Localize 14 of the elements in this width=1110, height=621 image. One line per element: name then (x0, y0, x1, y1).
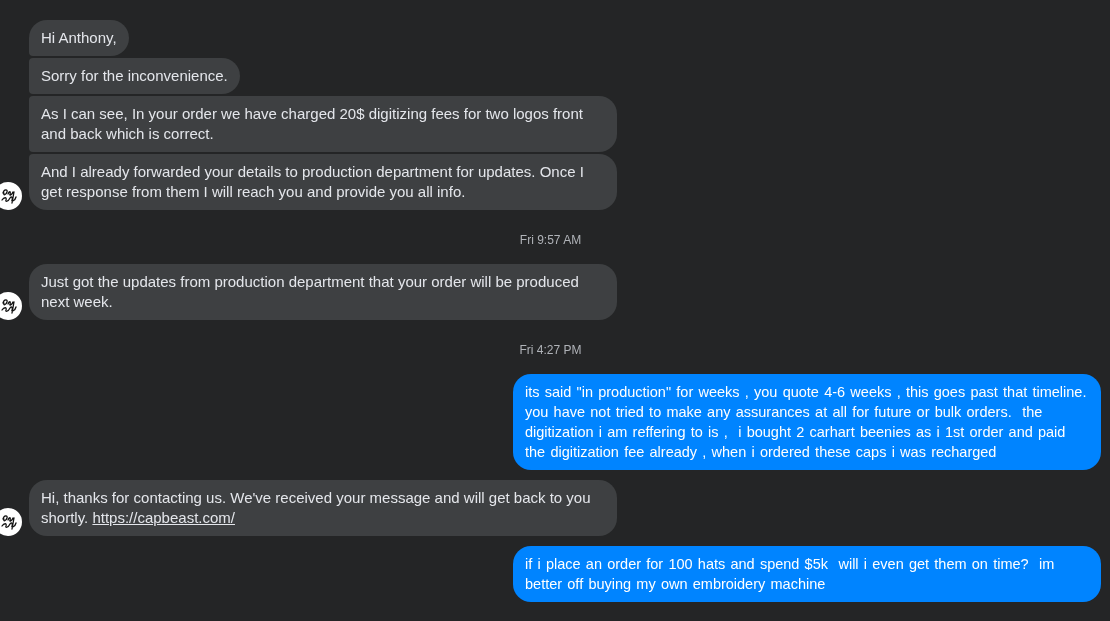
message-bubble: Sorry for the inconvenience. (29, 58, 240, 94)
link[interactable]: https://capbeast.com/ (92, 509, 235, 526)
message-bubble: Hi Anthony, (29, 20, 129, 56)
avatar-icon (0, 182, 22, 210)
message-bubble: As I can see, In your order we have charged 20$ digitizing fees for two logos front and back which is correct. (29, 96, 617, 152)
message-bubble: if i place an order for 100 hats and spend $5k will i even get them on time? im better off buying my own embroidery machine (513, 546, 1101, 602)
timestamp: Fri 9:57 AM (519, 232, 582, 248)
avatar-icon (0, 292, 22, 320)
timestamp: Fri 4:27 PM (519, 342, 582, 358)
message-bubble: its said "in production" for weeks , you quote 4-6 weeks , this goes past that timeline. you have not tried to make any assurances at all for future or bulk orders. the digitization i am reffering to is , i bought 2 carhart beenies as i 1st order and paid the digitization fee already , when i ordered these caps i was recharged (513, 374, 1101, 470)
message-bubble: Hi, thanks for contacting us. We've received your message and will get back to you shortly. https://capbeast.com/ (29, 480, 617, 536)
message-bubble: And I already forwarded your details to production department for updates. Once I get response from them I will reach you and provide you all info. (29, 154, 617, 210)
avatar-icon (0, 508, 22, 536)
message-bubble: Just got the updates from production department that your order will be produced next week. (29, 264, 617, 320)
